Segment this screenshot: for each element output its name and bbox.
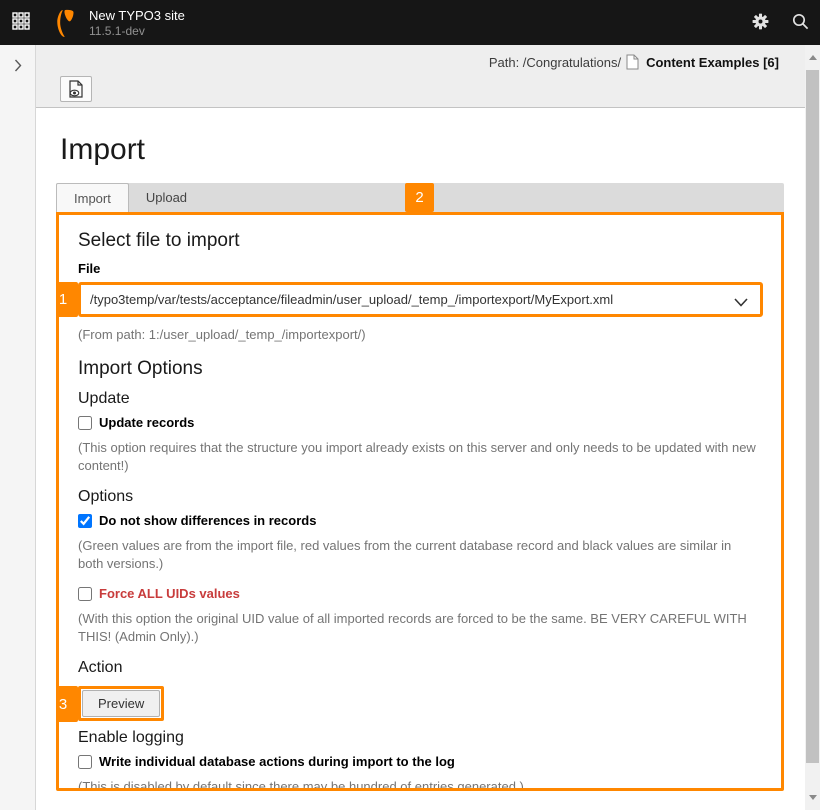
settings-button[interactable]: [740, 0, 780, 45]
update-heading: Update: [78, 390, 759, 408]
write-log-note: (This is disabled by default since there…: [78, 778, 759, 791]
preview-button-badge: 3: [56, 686, 78, 722]
chevron-right-icon: [14, 59, 22, 75]
scrollbar-down-arrow[interactable]: [805, 790, 820, 804]
site-title: New TYPO3 site: [89, 8, 185, 24]
write-log-checkbox[interactable]: [78, 755, 92, 769]
page-title: Import: [60, 133, 784, 167]
file-label: File: [78, 261, 759, 276]
page-icon: [626, 54, 639, 70]
tab-import[interactable]: Import: [56, 183, 129, 212]
force-uids-label[interactable]: Force ALL UIDs values: [99, 586, 240, 601]
tab-upload[interactable]: Upload: [129, 183, 204, 212]
vertical-scrollbar[interactable]: [805, 45, 820, 810]
import-panel: Select file to import File 1 /typo3temp/…: [56, 212, 784, 791]
module-body: Import Import Upload 2 Select file to im…: [36, 108, 805, 810]
site-version: 11.5.1-dev: [89, 24, 185, 38]
preview-button[interactable]: Preview: [82, 690, 160, 717]
force-uids-note: (With this option the original UID value…: [78, 610, 759, 646]
search-button[interactable]: [780, 0, 820, 45]
sidebar-expand-button[interactable]: [0, 45, 36, 810]
upload-tab-badge: 2: [405, 183, 434, 212]
scrollbar-thumb[interactable]: [806, 70, 819, 763]
from-path-note: (From path: 1:/user_upload/_temp_/import…: [78, 326, 759, 344]
enable-logging-heading: Enable logging: [78, 729, 759, 747]
hide-differences-label[interactable]: Do not show differences in records: [99, 513, 316, 528]
gear-icon: [752, 13, 769, 33]
write-log-label[interactable]: Write individual database actions during…: [99, 754, 455, 769]
breadcrumb-path: Path: /Congratulations/: [489, 55, 621, 70]
update-records-checkbox[interactable]: [78, 416, 92, 430]
breadcrumb: Path: /Congratulations/ Content Examples…: [36, 45, 805, 73]
brand[interactable]: New TYPO3 site 11.5.1-dev: [50, 8, 185, 38]
topbar: New TYPO3 site 11.5.1-dev: [0, 0, 820, 45]
typo3-logo-icon: [50, 9, 75, 37]
docheader: Path: /Congratulations/ Content Examples…: [36, 45, 805, 108]
update-records-label[interactable]: Update records: [99, 415, 194, 430]
file-select-badge: 1: [56, 282, 78, 317]
scrollbar-up-arrow[interactable]: [805, 50, 820, 64]
hide-differences-note: (Green values are from the import file, …: [78, 537, 759, 573]
hide-differences-checkbox[interactable]: [78, 514, 92, 528]
file-select[interactable]: /typo3temp/var/tests/acceptance/fileadmi…: [78, 282, 763, 317]
record-title[interactable]: Content Examples [6]: [646, 55, 779, 70]
view-page-icon: [68, 80, 84, 98]
grid-icon: [12, 12, 30, 33]
tab-bar: Import Upload 2: [56, 183, 784, 212]
search-icon: [792, 13, 809, 33]
modules-menu-button[interactable]: [0, 0, 42, 45]
import-options-heading: Import Options: [78, 358, 759, 380]
chevron-down-icon: [734, 295, 748, 310]
select-file-heading: Select file to import: [78, 230, 759, 252]
view-webpage-button[interactable]: [60, 76, 92, 102]
action-heading: Action: [78, 659, 759, 677]
force-uids-checkbox[interactable]: [78, 587, 92, 601]
options-heading: Options: [78, 488, 759, 506]
update-records-note: (This option requires that the structure…: [78, 439, 759, 475]
file-select-value: /typo3temp/var/tests/acceptance/fileadmi…: [90, 292, 613, 307]
